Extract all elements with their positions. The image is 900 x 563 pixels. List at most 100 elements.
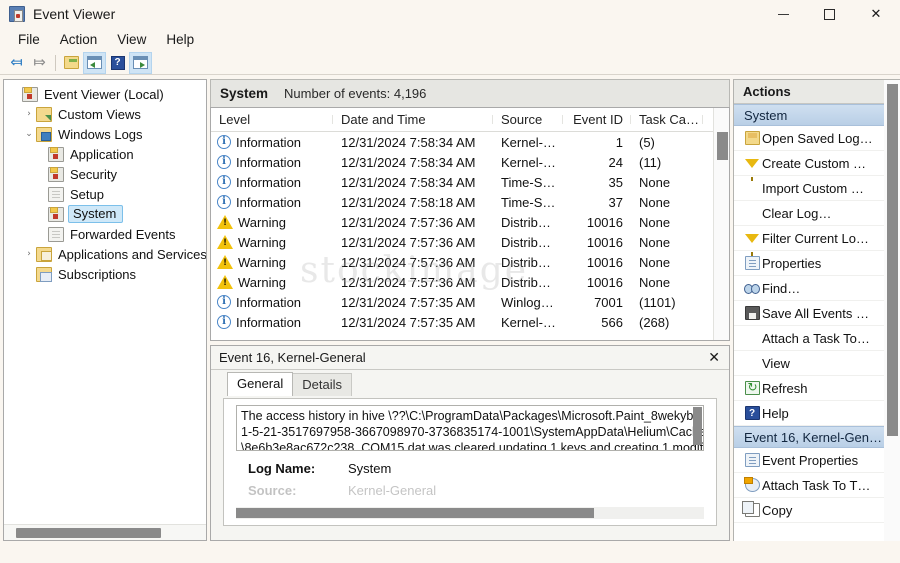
action-help[interactable]: ? Help ▶: [734, 401, 900, 426]
column-header-level[interactable]: Level: [211, 112, 333, 127]
window-title: Event Viewer: [33, 6, 116, 22]
column-header-date-time[interactable]: Date and Time: [333, 112, 493, 127]
event-viewer-icon: [22, 86, 38, 102]
event-viewer-icon: [9, 6, 25, 22]
tree-item-application[interactable]: Application: [4, 144, 206, 164]
scrollbar-thumb[interactable]: [717, 132, 728, 160]
console-tree-pane: Event Viewer (Local) › Custom Views ⌄ Wi…: [3, 79, 207, 541]
back-button[interactable]: ⤆: [5, 52, 28, 74]
field-label: Log Name:: [248, 461, 316, 476]
table-row[interactable]: i Information 12/31/2024 7:58:34 AM Time-…: [211, 172, 729, 192]
tree-item-security[interactable]: Security: [4, 164, 206, 184]
actions-group-system[interactable]: System ▲: [734, 104, 900, 126]
show-hide-tree-button[interactable]: [60, 52, 83, 74]
column-header-task-category[interactable]: Task Ca…: [631, 112, 703, 127]
table-row[interactable]: Warning 12/31/2024 7:57:36 AM Distrib… 1…: [211, 252, 729, 272]
scrollbar-thumb[interactable]: [887, 84, 898, 436]
event-description-text: The access history in hive \??\C:\Progra…: [241, 409, 704, 451]
cell-event-id: 35: [608, 174, 623, 190]
close-button[interactable]: ✕: [852, 0, 900, 28]
menu-view[interactable]: View: [107, 30, 156, 49]
table-row[interactable]: i Information 12/31/2024 7:57:35 AM Winlo…: [211, 292, 729, 312]
properties-button[interactable]: [83, 51, 106, 74]
minimize-button[interactable]: [760, 0, 806, 28]
cell-date: 12/31/2024 7:57:36 AM: [341, 234, 476, 250]
maximize-button[interactable]: [806, 0, 852, 28]
menu-file[interactable]: File: [8, 30, 50, 49]
main-content-pane: System Number of events: 4,196 Level Dat…: [210, 79, 730, 541]
tree-item-subscriptions[interactable]: Subscriptions: [4, 264, 206, 284]
cell-level: Warning: [211, 255, 333, 270]
tree-item-forwarded-events[interactable]: Forwarded Events: [4, 224, 206, 244]
twisty-icon[interactable]: ⌄: [22, 129, 36, 139]
table-row[interactable]: Warning 12/31/2024 7:57:36 AM Distrib… 1…: [211, 232, 729, 252]
tab-details[interactable]: Details: [292, 373, 352, 396]
table-row[interactable]: i Information 12/31/2024 7:57:35 AM Kerne…: [211, 312, 729, 332]
tree-item-label: Custom Views: [58, 106, 141, 122]
column-header-event-id[interactable]: Event ID: [563, 112, 631, 127]
cell-level-label: Information: [236, 174, 302, 190]
scrollbar-thumb[interactable]: [16, 528, 161, 538]
information-icon: i: [217, 135, 231, 149]
twisty-icon[interactable]: ›: [22, 109, 36, 119]
tree-item-custom-views[interactable]: › Custom Views: [4, 104, 206, 124]
cell-level-label: Warning: [238, 254, 286, 270]
information-icon: i: [217, 175, 231, 189]
table-row[interactable]: i Information 12/31/2024 7:58:34 AM Kerne…: [211, 152, 729, 172]
action-label: Copy: [762, 502, 793, 518]
action-open-saved-log[interactable]: Open Saved Log…: [734, 126, 900, 151]
action-view[interactable]: View ▶: [734, 351, 900, 376]
action-copy[interactable]: Copy ▶: [734, 498, 900, 523]
close-icon[interactable]: ✕: [705, 350, 723, 366]
information-icon: i: [217, 295, 231, 309]
event-description-box[interactable]: The access history in hive \??\C:\Progra…: [236, 405, 704, 451]
cell-date: 12/31/2024 7:57:36 AM: [341, 274, 476, 290]
table-row[interactable]: Warning 12/31/2024 7:57:36 AM Distrib… 1…: [211, 212, 729, 232]
menu-action[interactable]: Action: [50, 30, 108, 49]
table-row[interactable]: i Information 12/31/2024 7:58:18 AM Time-…: [211, 192, 729, 212]
column-header-source[interactable]: Source: [493, 112, 563, 127]
menu-help[interactable]: Help: [156, 30, 204, 49]
help-button[interactable]: ?: [106, 52, 129, 74]
action-filter-current-log[interactable]: Filter Current Lo…: [734, 226, 900, 256]
tree-item-system[interactable]: System: [4, 204, 206, 224]
action-import-custom-view[interactable]: Import Custom …: [734, 176, 900, 201]
scrollbar-thumb[interactable]: [693, 407, 702, 445]
action-attach-a-task-to-this-log[interactable]: Attach a Task To…: [734, 326, 900, 351]
action-properties[interactable]: Properties: [734, 251, 900, 276]
tab-general[interactable]: General: [227, 372, 294, 396]
cell-source: Time-S…: [501, 174, 556, 190]
table-row[interactable]: Warning 12/31/2024 7:57:36 AM Distrib… 1…: [211, 272, 729, 292]
tree-item-setup[interactable]: Setup: [4, 184, 206, 204]
window-play-icon: [133, 56, 148, 69]
actions-group-event[interactable]: Event 16, Kernel-Gen… ▲: [734, 426, 900, 448]
event-list-vertical-scrollbar[interactable]: [713, 108, 729, 340]
action-event-properties[interactable]: Event Properties: [734, 448, 900, 473]
forward-button[interactable]: ⤇: [28, 52, 51, 74]
event-detail-horizontal-scrollbar[interactable]: [236, 507, 704, 519]
open-folder-icon: [742, 131, 762, 145]
action-attach-task-to-this-event[interactable]: Attach Task To T…: [734, 473, 900, 498]
table-row[interactable]: i Information 12/31/2024 7:58:34 AM Kerne…: [211, 132, 729, 152]
action-label: Save All Events …: [762, 305, 869, 321]
action-label: Filter Current Lo…: [762, 230, 869, 246]
tree-item-applications-and-services-logs[interactable]: › Applications and Services Log: [4, 244, 206, 264]
tree-item-windows-logs[interactable]: ⌄ Windows Logs: [4, 124, 206, 144]
twisty-icon[interactable]: ›: [22, 249, 36, 259]
action-clear-log[interactable]: Clear Log…: [734, 201, 900, 226]
action-refresh[interactable]: Refresh: [734, 376, 900, 401]
actions-pane: Actions System ▲ Open Saved Log… Create …: [733, 79, 900, 541]
action-save-all-events[interactable]: Save All Events …: [734, 301, 900, 326]
tree-item-event-viewer-local[interactable]: Event Viewer (Local): [4, 84, 206, 104]
action-find[interactable]: Find…: [734, 276, 900, 301]
toolbar: ⤆ ⤇ ?: [0, 51, 900, 75]
cell-date: 12/31/2024 7:57:35 AM: [341, 294, 476, 310]
tree-horizontal-scrollbar[interactable]: [4, 524, 206, 540]
actions-vertical-scrollbar[interactable]: [884, 80, 900, 541]
cell-task: (1101): [639, 294, 676, 310]
warning-icon: [217, 215, 233, 229]
show-action-pane-button[interactable]: [129, 51, 152, 74]
scrollbar-thumb[interactable]: [236, 508, 594, 518]
action-label: Find…: [762, 280, 801, 296]
action-create-custom-view[interactable]: Create Custom …: [734, 151, 900, 181]
